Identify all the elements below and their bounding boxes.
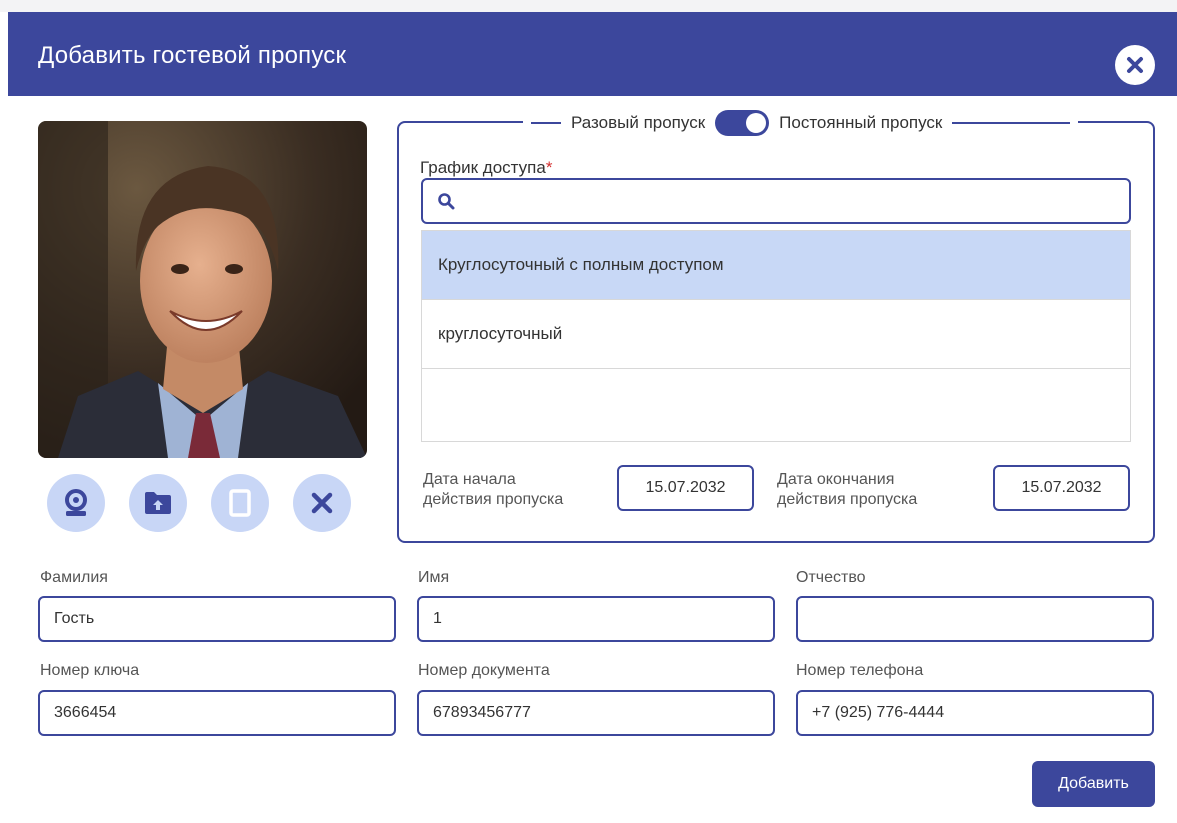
pass-type-toggle[interactable] xyxy=(715,110,770,136)
permanent-pass-label[interactable]: Постоянный пропуск xyxy=(779,113,942,133)
legend-line xyxy=(531,122,561,124)
end-date-value: 15.07.2032 xyxy=(1021,479,1102,496)
schedule-item-label: Круглосуточный с полным доступом xyxy=(438,255,724,274)
scan-document-button xyxy=(211,474,269,532)
schedule-search-input[interactable] xyxy=(465,191,1129,211)
schedule-label: График доступа* xyxy=(420,158,552,178)
end-date-field[interactable]: 15.07.2032 xyxy=(993,465,1130,511)
phone-number-label: Номер телефона xyxy=(796,662,924,679)
start-date-label-line1: Дата начала xyxy=(423,471,516,488)
schedule-search[interactable] xyxy=(421,178,1131,224)
webcam-icon xyxy=(65,489,87,516)
first-name-label: Имя xyxy=(418,569,450,586)
end-date-label: Дата окончания действия пропуска xyxy=(777,470,917,510)
end-date-label-line1: Дата окончания xyxy=(777,471,895,488)
key-number-field[interactable]: 3666454 xyxy=(38,690,396,736)
required-mark: * xyxy=(545,158,553,177)
start-date-label: Дата начала действия пропуска xyxy=(423,470,563,510)
start-date-label-line2: действия пропуска xyxy=(423,491,564,508)
key-number-label: Номер ключа xyxy=(40,662,140,679)
end-date-label-line2: действия пропуска xyxy=(777,491,918,508)
schedule-item-empty xyxy=(422,369,1130,438)
schedule-item[interactable]: Круглосуточный с полным доступом xyxy=(422,231,1130,300)
legend-line xyxy=(952,122,1071,124)
close-button[interactable] xyxy=(1115,45,1155,85)
search-icon xyxy=(438,193,455,210)
document-number-field[interactable]: 67893456777 xyxy=(417,690,775,736)
first-name-value: 1 xyxy=(433,610,442,627)
remove-photo-button[interactable] xyxy=(293,474,351,532)
phone-number-field[interactable]: +7 (925) 776-4444 xyxy=(796,690,1154,736)
close-icon xyxy=(311,492,333,514)
webcam-button[interactable] xyxy=(47,474,105,532)
schedule-item[interactable]: круглосуточный xyxy=(422,300,1130,369)
dialog-header: Добавить гостевой пропуск xyxy=(8,12,1177,96)
last-name-value: Гость xyxy=(54,610,95,627)
folder-upload-icon xyxy=(145,492,171,514)
start-date-field[interactable]: 15.07.2032 xyxy=(617,465,754,511)
last-name-field[interactable]: Гость xyxy=(38,596,396,642)
pass-type-switch: Разовый пропуск Постоянный пропуск xyxy=(523,110,1079,136)
document-icon xyxy=(229,489,251,517)
top-strip xyxy=(0,0,1177,12)
last-name-label: Фамилия xyxy=(40,569,108,586)
document-number-value: 67893456777 xyxy=(433,704,531,721)
toggle-knob xyxy=(746,113,767,133)
add-button[interactable]: Добавить xyxy=(1032,761,1155,807)
patronymic-label: Отчество xyxy=(796,569,866,586)
schedule-item-label: круглосуточный xyxy=(438,324,563,343)
dialog-title: Добавить гостевой пропуск xyxy=(38,42,347,69)
key-number-value: 3666454 xyxy=(54,704,117,721)
document-number-label: Номер документа xyxy=(418,662,550,679)
one-time-pass-label[interactable]: Разовый пропуск xyxy=(571,113,705,133)
upload-photo-button[interactable] xyxy=(129,474,187,532)
schedule-label-text: График доступа xyxy=(420,158,546,177)
guest-photo xyxy=(38,121,367,458)
start-date-value: 15.07.2032 xyxy=(645,479,726,496)
close-icon xyxy=(1127,57,1143,73)
patronymic-field[interactable] xyxy=(796,596,1154,642)
phone-number-value: +7 (925) 776-4444 xyxy=(812,704,945,721)
schedule-list: Круглосуточный с полным доступом круглос… xyxy=(421,230,1131,442)
first-name-field[interactable]: 1 xyxy=(417,596,775,642)
access-settings-panel: Разовый пропуск Постоянный пропуск Графи… xyxy=(397,110,1155,543)
